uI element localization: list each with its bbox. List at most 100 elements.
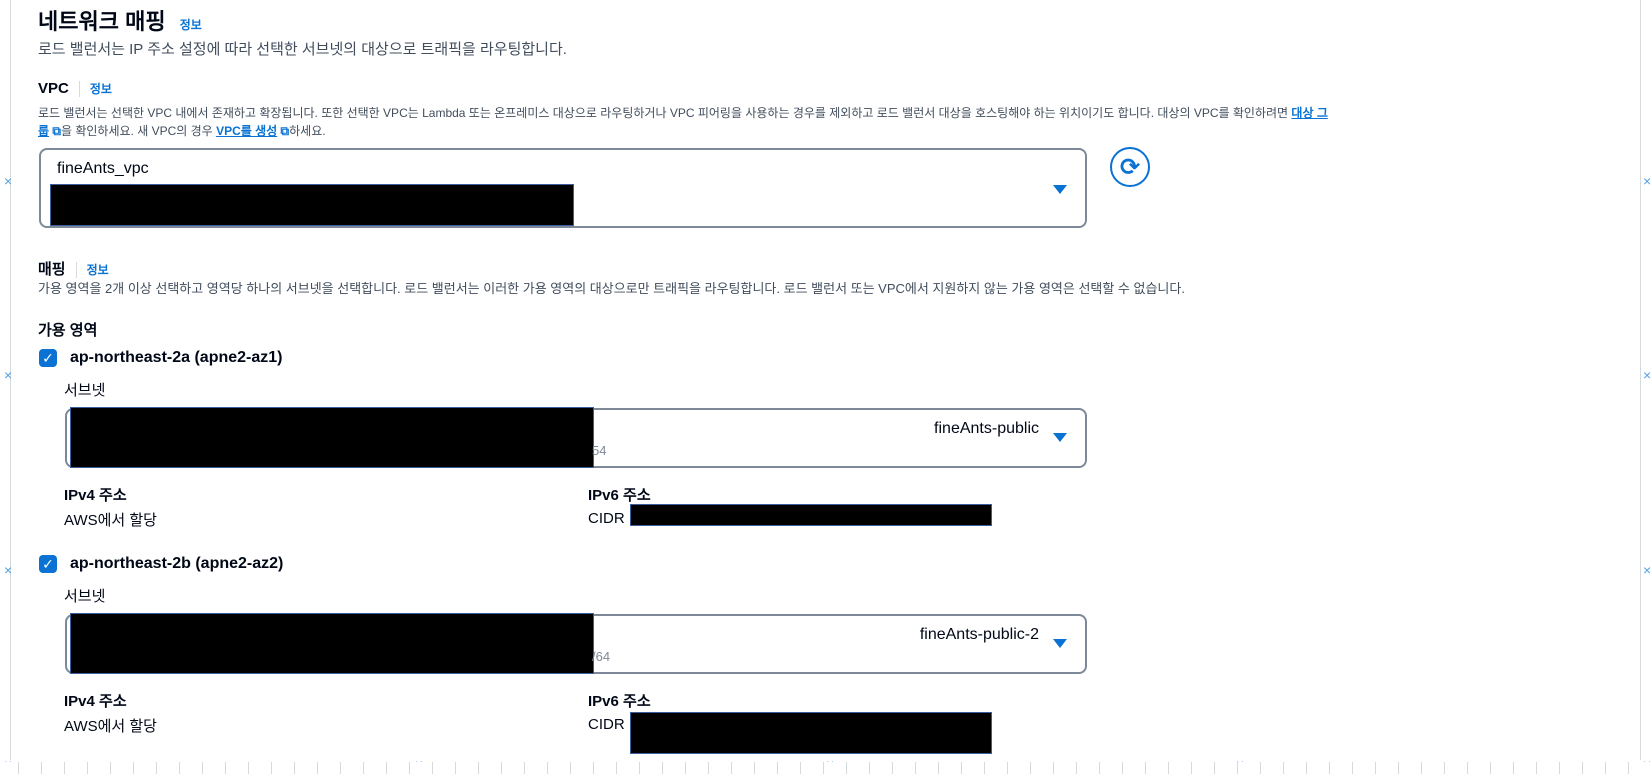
ruler-tick xyxy=(432,762,433,774)
ruler-tick xyxy=(248,762,249,774)
ruler-tick xyxy=(1605,762,1606,774)
ruler-tick xyxy=(938,762,939,774)
ruler-tick xyxy=(892,762,893,774)
page-title-text: 네트워크 매핑 xyxy=(38,9,166,34)
x-marker-icon: × xyxy=(1643,562,1652,578)
subnet-select-1[interactable]: 54 fineAnts-public xyxy=(65,407,1087,468)
external-link-icon[interactable]: ⧉ xyxy=(52,124,61,138)
zone-name-1: ap-northeast-2a (apne2-az1) xyxy=(70,349,283,366)
ruler-tick xyxy=(1444,762,1445,774)
ruler-tick xyxy=(616,762,617,774)
ruler-tick xyxy=(1513,762,1514,774)
ruler-tick xyxy=(593,762,594,774)
subnet-suffix-1: 54 xyxy=(592,443,607,458)
subnet-name-1: fineAnts-public xyxy=(934,420,1039,437)
frame-right-border xyxy=(1640,0,1641,760)
x-marker-icon: × xyxy=(4,173,13,189)
redacted-block xyxy=(50,184,574,226)
mapping-label: 매핑 xyxy=(38,261,66,278)
ipv4-value-2: AWS에서 할당 xyxy=(64,718,157,735)
ruler-tick xyxy=(133,762,134,774)
vpc-info-link[interactable]: 정보 xyxy=(90,82,112,96)
redacted-block xyxy=(70,613,594,674)
ruler-tick xyxy=(1191,762,1192,774)
ruler-tick xyxy=(708,762,709,774)
ruler-tick xyxy=(409,762,410,774)
ruler-tick xyxy=(1628,762,1629,774)
ruler-tick xyxy=(1168,762,1169,774)
refresh-icon[interactable]: ⟳ xyxy=(1110,147,1150,187)
zone-checkbox-1[interactable]: ✓ xyxy=(39,349,57,367)
ruler-tick xyxy=(87,762,88,774)
ruler-tick xyxy=(1283,762,1284,774)
az-heading: 가용 영역 xyxy=(38,322,98,339)
target-group-link-cont[interactable]: 룹 xyxy=(38,124,49,138)
redacted-block xyxy=(70,407,594,468)
caret-down-icon xyxy=(1053,639,1067,648)
subnet-label-1: 서브넷 xyxy=(64,382,106,399)
ruler-tick xyxy=(524,762,525,774)
create-vpc-link[interactable]: VPC를 생성 xyxy=(216,124,277,138)
ruler-tick xyxy=(570,762,571,774)
ruler-tick xyxy=(340,762,341,774)
ruler-tick xyxy=(363,762,364,774)
ruler-tick xyxy=(478,762,479,774)
ruler-tick xyxy=(1352,762,1353,774)
ruler-tick xyxy=(1490,762,1491,774)
ruler-tick xyxy=(1122,762,1123,774)
ruler-tick xyxy=(294,762,295,774)
ruler-tick xyxy=(1260,762,1261,774)
ruler-tick xyxy=(1536,762,1537,774)
ruler-tick xyxy=(800,762,801,774)
ruler-tick xyxy=(1421,762,1422,774)
ipv6-cidr-label-1: CIDR xyxy=(588,510,625,527)
caret-down-icon xyxy=(1053,433,1067,442)
divider xyxy=(78,81,80,98)
subnet-name-2: fineAnts-public-2 xyxy=(919,626,1039,643)
ruler-tick xyxy=(386,762,387,774)
zone-checkbox-2[interactable]: ✓ xyxy=(39,555,57,573)
ruler-tick xyxy=(823,762,824,774)
subnet-label-2: 서브넷 xyxy=(64,588,106,605)
redacted-block xyxy=(630,504,992,526)
ruler-tick xyxy=(984,762,985,774)
ruler-tick xyxy=(1145,762,1146,774)
ruler-tick xyxy=(1329,762,1330,774)
ipv6-cidr-label-2: CIDR xyxy=(588,716,625,733)
vpc-description-mid: 을 확인하세요. 새 VPC의 경우 xyxy=(60,124,213,138)
subnet-select-2[interactable]: /64 fineAnts-public-2 xyxy=(65,613,1087,674)
ruler-tick xyxy=(110,762,111,774)
ruler-tick xyxy=(1237,762,1238,774)
ruler-tick xyxy=(1582,762,1583,774)
external-link-icon[interactable]: ⧉ xyxy=(281,124,290,138)
ruler-tick xyxy=(64,762,65,774)
ruler-tick xyxy=(1099,762,1100,774)
vpc-selected-value: fineAnts_vpc xyxy=(57,160,149,177)
ruler-tick xyxy=(639,762,640,774)
ipv4-value-1: AWS에서 할당 xyxy=(64,512,157,529)
page-title: 네트워크 매핑 정보 xyxy=(38,4,202,36)
target-group-link[interactable]: 대상 그 xyxy=(1291,106,1327,120)
ruler-tick xyxy=(41,762,42,774)
info-link[interactable]: 정보 xyxy=(180,18,202,32)
ruler-tick xyxy=(731,762,732,774)
ruler-tick xyxy=(1306,762,1307,774)
ruler-tick xyxy=(846,762,847,774)
bottom-ruler xyxy=(0,762,1652,780)
mapping-label-row: 매핑 정보 xyxy=(38,258,109,279)
ipv6-label-2: IPv6 주소 xyxy=(588,693,651,710)
ruler-tick xyxy=(547,762,548,774)
vpc-description-suffix: 하세요. xyxy=(289,124,326,138)
ruler-tick xyxy=(1398,762,1399,774)
mapping-info-link[interactable]: 정보 xyxy=(87,263,109,277)
caret-down-icon xyxy=(1053,185,1067,194)
vpc-label: VPC xyxy=(38,80,69,97)
ruler-tick xyxy=(662,762,663,774)
ruler-tick xyxy=(1559,762,1560,774)
ruler-tick xyxy=(1007,762,1008,774)
ruler-tick xyxy=(317,762,318,774)
vpc-select[interactable]: fineAnts_vpc xyxy=(39,148,1087,228)
ruler-tick xyxy=(501,762,502,774)
ruler-tick xyxy=(869,762,870,774)
ruler-tick xyxy=(18,762,19,774)
